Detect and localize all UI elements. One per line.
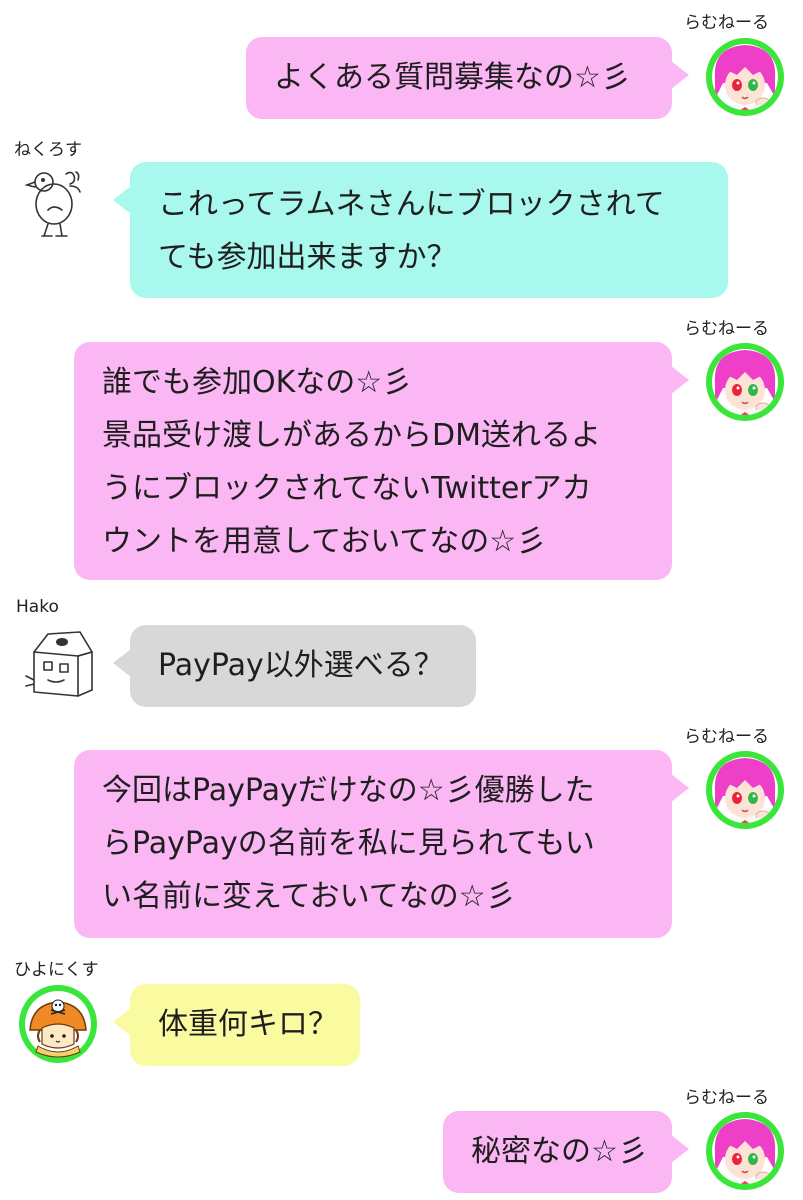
house-drawing-icon[interactable]: [18, 622, 98, 702]
ramune-avatar-icon[interactable]: [705, 1111, 785, 1191]
message-text: 秘密なの☆彡: [471, 1134, 648, 1169]
message-text: 景品受け渡しがあるからDM送れるよ: [102, 418, 601, 453]
chick-drawing-icon[interactable]: [18, 160, 98, 240]
message-bubble[interactable]: PayPay以外選べる？: [113, 625, 476, 707]
ramune-avatar-icon[interactable]: [705, 750, 785, 830]
message-text: 体重何キロ？: [158, 1007, 338, 1042]
message-text: PayPay以外選べる？: [158, 648, 444, 683]
message-bubble[interactable]: 秘密なの☆彡: [443, 1111, 689, 1193]
message-text: うにブロックされてないTwitterアカ: [102, 471, 592, 506]
ramune-avatar-icon[interactable]: [705, 342, 785, 422]
message-bubble[interactable]: 体重何キロ？: [113, 984, 360, 1066]
message-bubble[interactable]: 今回はPayPayだけなの☆彡優勝した らPayPayの名前を私に見られてもい …: [74, 750, 689, 938]
message-text: 誰でも参加OKなの☆彡: [102, 365, 413, 400]
message-text: 今回はPayPayだけなの☆彡優勝した: [102, 773, 595, 808]
message-text: よくある質問募集なの☆彡: [274, 60, 631, 95]
message-text: ても参加出来ますか？: [158, 240, 457, 275]
message-bubble[interactable]: よくある質問募集なの☆彡: [246, 37, 689, 119]
message-text: らPayPayの名前を私に見られてもい: [102, 826, 595, 861]
sender-name: ねくろす: [14, 140, 82, 160]
message-bubble[interactable]: 誰でも参加OKなの☆彡 景品受け渡しがあるからDM送れるよ うにブロックされてな…: [74, 342, 689, 580]
sender-name: らむねーる: [684, 727, 769, 747]
sender-name: らむねーる: [684, 13, 769, 33]
mushroom-character-icon[interactable]: [18, 984, 98, 1064]
sender-name: ひよにくす: [14, 960, 99, 980]
message-text: い名前に変えておいてなの☆彡: [102, 879, 516, 914]
ramune-avatar-icon[interactable]: [705, 37, 785, 117]
message-text: ウントを用意しておいてなの☆彡: [102, 524, 547, 559]
sender-name: らむねーる: [684, 1088, 769, 1108]
message-text: これってラムネさんにブロックされて: [158, 187, 665, 222]
sender-name: Hako: [16, 597, 59, 617]
sender-name: らむねーる: [684, 319, 769, 339]
message-bubble[interactable]: これってラムネさんにブロックされて ても参加出来ますか？: [113, 162, 728, 298]
